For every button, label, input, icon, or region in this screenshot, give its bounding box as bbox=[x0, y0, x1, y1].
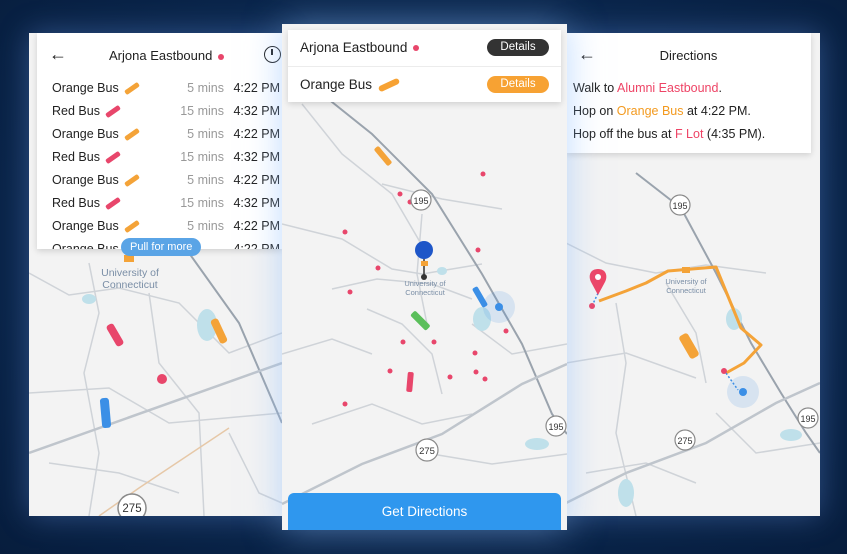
bus-name: Orange Bus bbox=[52, 173, 140, 188]
get-directions-button[interactable]: Get Directions bbox=[288, 493, 561, 530]
back-arrow-icon[interactable]: ← bbox=[49, 45, 67, 63]
campus-label-line2: Connecticut bbox=[405, 288, 446, 297]
minutes-away: 15 mins bbox=[180, 104, 224, 118]
route-card: Arjona Eastbound Details Orange Bus Deta… bbox=[288, 30, 561, 102]
arrival-time: 4:22 PM bbox=[233, 127, 280, 141]
clock-icon[interactable] bbox=[264, 46, 281, 63]
schedule-row[interactable]: Orange Bus 5 mins 4:22 PM bbox=[37, 169, 282, 192]
schedule-card: ← Arjona Eastbound Orange Bus 5 mins 4:22 … bbox=[37, 33, 282, 249]
bus-name: Orange Bus bbox=[52, 219, 140, 234]
route-195-shield: 195 bbox=[672, 201, 687, 211]
route-195-shield: 195 bbox=[800, 414, 815, 424]
pull-for-more-pill[interactable]: Pull for more bbox=[121, 238, 202, 256]
schedule-screen: 275 University of Connecticut ← Arjona E… bbox=[29, 33, 282, 516]
minutes-away: 5 mins bbox=[187, 219, 224, 233]
route-275-shield: 275 bbox=[677, 436, 692, 446]
campus-label-line1: University of bbox=[404, 279, 446, 288]
bus-icon bbox=[123, 128, 140, 142]
bus-link[interactable]: Orange Bus bbox=[617, 104, 684, 118]
bus-name: Orange Bus bbox=[52, 81, 140, 96]
route-275-shield: 275 bbox=[122, 503, 141, 515]
bus-details-button[interactable]: Details bbox=[487, 76, 549, 93]
bus-icon bbox=[123, 220, 140, 234]
direction-step-board: Hop on Orange Bus at 4:22 PM. bbox=[573, 104, 751, 118]
schedule-row[interactable]: Orange Bus 5 mins 4:22 PM bbox=[37, 77, 282, 100]
minutes-away: 5 mins bbox=[187, 127, 224, 141]
bus-icon bbox=[123, 174, 140, 188]
minutes-away: 5 mins bbox=[187, 81, 224, 95]
bus-icon bbox=[123, 82, 140, 96]
bus-icon bbox=[104, 105, 121, 119]
bus-icon bbox=[104, 151, 121, 165]
campus-label-line1: University of bbox=[665, 277, 707, 286]
campus-label-line2: Connecticut bbox=[102, 279, 158, 291]
bus-row[interactable]: Orange Bus Details bbox=[288, 66, 561, 102]
bus-name: Orange Bus bbox=[52, 127, 140, 142]
direction-step-alight: Hop off the bus at F Lot (4:35 PM). bbox=[573, 127, 766, 141]
alight-stop-link[interactable]: F Lot bbox=[675, 127, 704, 141]
minutes-away: 5 mins bbox=[187, 173, 224, 187]
minutes-away: 15 mins bbox=[180, 196, 224, 210]
live-dot-icon bbox=[218, 53, 225, 60]
arrival-time: 4:32 PM bbox=[233, 196, 280, 210]
bus-icon bbox=[104, 197, 121, 211]
bus-name-label: Orange Bus bbox=[300, 77, 401, 93]
arrival-time: 4:22 PM bbox=[233, 242, 280, 249]
schedule-row[interactable]: Orange Bus 5 mins 4:22 PM bbox=[37, 123, 282, 146]
arrival-time: 4:22 PM bbox=[233, 173, 280, 187]
map-screen: University of Connecticut 195 195 275 Ar… bbox=[282, 24, 567, 530]
schedule-title: Arjona Eastbound bbox=[109, 48, 225, 63]
direction-step-walk: Walk to Alumni Eastbound. bbox=[573, 81, 722, 95]
schedule-row[interactable]: Orange Bus 5 mins 4:22 PM bbox=[37, 215, 282, 238]
bus-name: Red Bus bbox=[52, 104, 121, 119]
schedule-list: Orange Bus 5 mins 4:22 PM Red Bus 15 mins 4:3… bbox=[37, 77, 282, 249]
minutes-away: 15 mins bbox=[180, 150, 224, 164]
directions-card: ← Directions Walk to Alumni Eastbound. H… bbox=[566, 33, 811, 153]
directions-screen: University of Connecticut 195 195 275 ← … bbox=[566, 33, 820, 516]
bus-icon bbox=[377, 78, 401, 93]
campus-label-line2: Connecticut bbox=[666, 286, 707, 295]
route-row[interactable]: Arjona Eastbound Details bbox=[288, 30, 561, 66]
directions-title: Directions bbox=[659, 48, 718, 63]
route-details-button[interactable]: Details bbox=[487, 39, 549, 56]
schedule-row[interactable]: Red Bus 15 mins 4:32 PM bbox=[37, 192, 282, 215]
arrival-time: 4:32 PM bbox=[233, 104, 280, 118]
bus-name: Red Bus bbox=[52, 150, 121, 165]
arrival-time: 4:22 PM bbox=[233, 219, 280, 233]
route-275-shield: 275 bbox=[419, 446, 435, 457]
live-dot-icon bbox=[413, 45, 420, 52]
walk-stop-link[interactable]: Alumni Eastbound bbox=[617, 81, 718, 95]
schedule-row[interactable]: Red Bus 15 mins 4:32 PM bbox=[37, 146, 282, 169]
route-195-shield: 195 bbox=[413, 196, 428, 206]
schedule-row[interactable]: Red Bus 15 mins 4:32 PM bbox=[37, 100, 282, 123]
campus-label-line1: University of bbox=[101, 267, 159, 279]
arrival-time: 4:22 PM bbox=[233, 81, 280, 95]
bus-name: Red Bus bbox=[52, 196, 121, 211]
schedule-header: ← Arjona Eastbound bbox=[37, 33, 282, 77]
directions-header: ← Directions bbox=[566, 33, 811, 77]
route-195-shield: 195 bbox=[548, 422, 563, 432]
route-name-label: Arjona Eastbound bbox=[300, 40, 420, 55]
arrival-time: 4:32 PM bbox=[233, 150, 280, 164]
